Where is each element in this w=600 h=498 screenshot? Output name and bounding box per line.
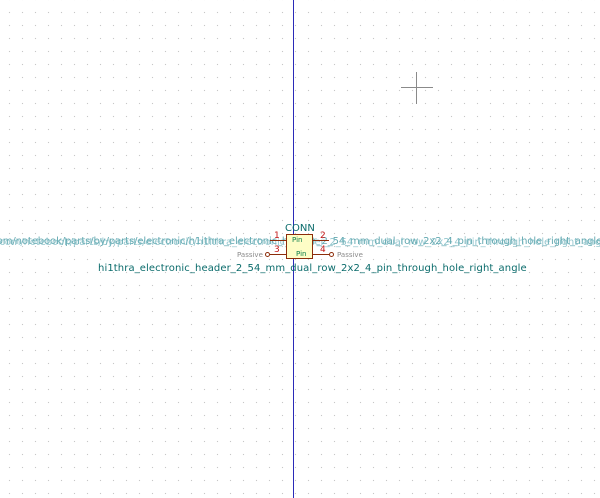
pin-1-name: Pin — [292, 236, 303, 244]
pin-type-4: Passive — [337, 251, 363, 259]
pin-number-2: 2 — [320, 231, 326, 241]
pin-3-name: Pin — [296, 250, 307, 258]
pin-number-3: 3 — [274, 245, 280, 255]
pin-type-3: Passive — [237, 251, 263, 259]
reference-designator[interactable]: CONN — [285, 223, 315, 234]
schematic-canvas[interactable]: b.com/notebook/parts/by/parts/electronic… — [0, 0, 600, 498]
pin-4-end[interactable] — [329, 252, 334, 257]
pin-number-4: 4 — [320, 245, 326, 255]
part-value-label[interactable]: hi1thra_electronic_header_2_54_mm_dual_r… — [98, 263, 527, 274]
crosshair-cursor-icon — [401, 72, 433, 104]
pin-number-1: 1 — [274, 231, 280, 241]
pin-3-end[interactable] — [265, 252, 270, 257]
